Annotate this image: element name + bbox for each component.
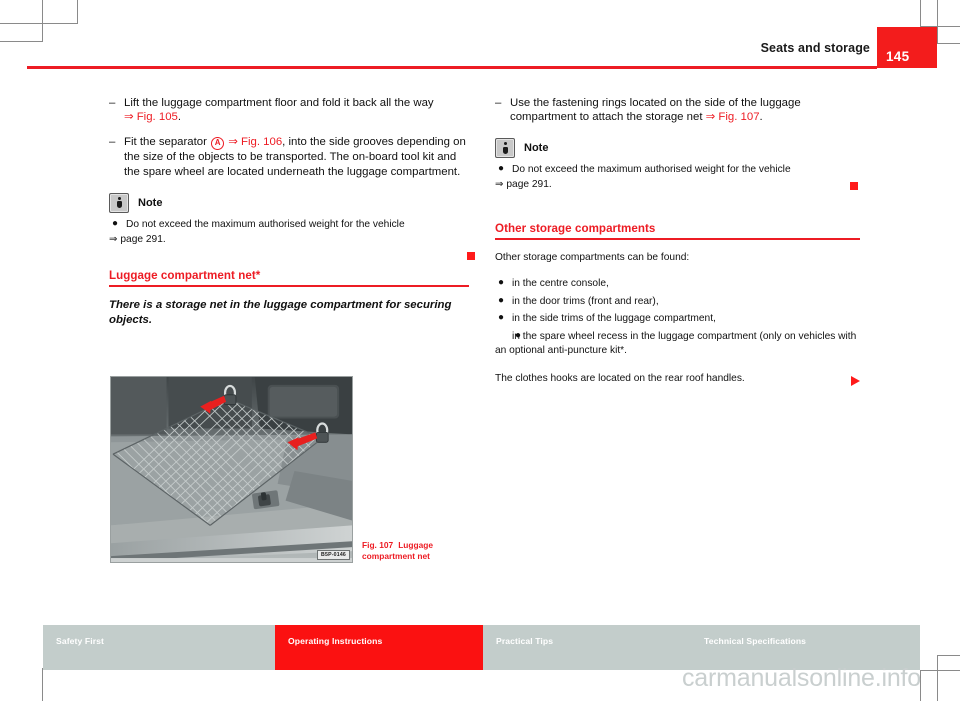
figure-reference-link[interactable]: ⇒ Fig. 105 [124,111,178,123]
list-item-label: in the spare wheel recess in the luggage… [495,330,857,356]
crop-mark-top-left-h2 [0,41,43,42]
crop-mark-bottom-right-v2 [937,655,938,701]
note-label: Note [138,196,163,209]
step-text: Lift the luggage compartment floor and f… [124,97,434,109]
bullet-marker: ● [498,312,505,324]
figure-reference-link[interactable]: ⇒ Fig. 106 [228,136,282,148]
luggage-compartment-photo [110,376,353,563]
bullet-marker: ● [498,294,505,306]
figure-code-label: B5P-0146 [317,550,350,560]
list-item: ● in the spare wheel recess in the luggag… [495,330,860,358]
list-item: ● in the centre console, [495,277,860,291]
crop-mark-top-left-v2 [42,0,43,42]
dash-marker: – [495,97,502,109]
instruction-step: – Use the fastening rings located on the … [495,96,860,124]
crop-mark-top-right-v2 [937,0,938,44]
instruction-step: – Fit the separator A ⇒ Fig. 106, into th… [109,135,469,178]
crop-mark-bottom-right-h2 [937,655,960,656]
dash-marker: – [109,136,116,149]
section-closing-text: The clothes hooks are located on the rea… [495,372,745,384]
crop-mark-bottom-right-h [920,670,960,671]
section-intro-text: Other storage compartments can be found: [495,252,690,264]
list-item: ● in the side trims of the luggage compar… [495,312,860,326]
footer-tab-practical-tips[interactable]: Practical Tips [483,625,691,670]
note-text: Do not exceed the maximum authorised wei… [126,218,405,230]
continuation-marker [851,376,860,386]
list-item: ● in the door trims (front and rear), [495,295,860,309]
bullet-marker: ● [498,163,505,175]
figure-reference-link[interactable]: ⇒ Fig. 107 [706,111,760,123]
figure-caption-number: Fig. 107 [362,540,394,550]
instruction-step: – Lift the luggage compartment floor and … [109,96,469,124]
crop-mark-top-right-v [920,0,921,27]
section-luggage-compartment-net: Luggage compartment net* There is a stor… [109,269,469,328]
right-column: – Use the fastening rings located on the … [495,96,860,395]
dash-marker: – [109,97,116,109]
section-title: Luggage compartment net* [109,268,261,282]
info-icon [109,192,129,213]
info-icon [495,138,515,159]
list-item-label: in the door trims (front and rear), [512,295,659,307]
bullet-marker: ● [498,277,505,289]
end-of-section-marker [467,252,475,260]
crop-mark-top-right-h2 [937,43,960,44]
section-rule [495,238,860,241]
step-text-after: . [759,111,763,124]
note-label: Note [524,142,549,155]
note-bullet: ● Do not exceed the maximum authorised we… [495,163,860,177]
note-header: Note [109,192,469,213]
footer-tab-safety-first[interactable]: Safety First [43,625,275,670]
figure-caption: Fig. 107 Luggage compartment net [362,540,467,561]
step-text-after: . [177,111,182,124]
note-text: Do not exceed the maximum authorised wei… [512,164,791,176]
crop-mark-top-left-h [0,23,78,24]
section-lead-text: There is a storage net in the luggage co… [109,298,452,326]
step-text: Fit the separator [124,136,211,149]
note-page-reference[interactable]: ⇒ page 291. [109,233,469,247]
callout-a-icon: A [211,137,225,151]
note-bullet: ● Do not exceed the maximum authorised we… [109,218,469,232]
footer-tab-operating-instructions[interactable]: Operating Instructions [275,625,483,670]
section-rule [109,284,469,287]
note-header: Note [495,138,860,159]
header-rule [27,66,877,69]
watermark: carmanualsonline.info [682,664,922,692]
end-of-section-marker [850,182,858,190]
section-other-storage-compartments: Other storage compartments Other storage… [495,222,860,386]
crop-mark-top-left-v [77,0,78,24]
left-column: – Lift the luggage compartment floor and … [109,96,469,328]
bullet-marker: ● [515,329,522,341]
figure-luggage-compartment-net: B5P-0146 [110,376,353,563]
list-item-label: in the centre console, [512,278,609,290]
note-page-reference[interactable]: ⇒ page 291. [495,178,860,192]
section-title: Other storage compartments [495,222,656,236]
crop-mark-bottom-left-v [42,668,43,701]
page-title: Seats and storage [760,41,870,55]
page-number: 145 [886,49,910,64]
bullet-marker: ● [112,217,119,229]
list-item-label: in the side trims of the luggage compart… [512,313,716,325]
